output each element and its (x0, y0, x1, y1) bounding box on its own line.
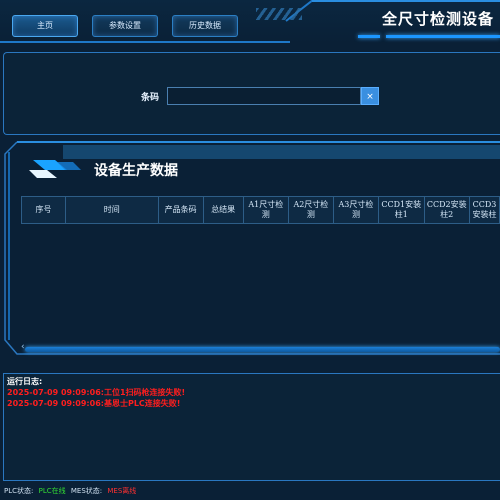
run-log-panel: 运行日志: 2025-07-09 09:09:06:工位1扫码枪连接失败! 20… (3, 373, 500, 481)
column-header-ccd1[interactable]: CCD1安装柱1 (378, 196, 425, 224)
nav-home-button[interactable]: 主页 (12, 15, 78, 37)
column-header-a2[interactable]: A2尺寸检测 (287, 196, 334, 224)
column-header-ccd2[interactable]: CCD2安装柱2 (423, 196, 470, 224)
column-header-ccd3[interactable]: CCD3安装柱 (468, 196, 500, 224)
title-chevron-icon (29, 160, 81, 178)
header-bar: 主页 参数设置 历史数据 全尺寸检测设备 (0, 0, 500, 44)
status-bar: PLC状态: PLC在线 MES状态: MES离线 (0, 483, 500, 500)
production-data-title: 设备生产数据 (94, 163, 178, 179)
log-entry: 2025-07-09 09:09:06:工位1扫码枪连接失败! (7, 388, 186, 397)
column-header-a1[interactable]: A1尺寸检测 (242, 196, 289, 224)
header-accent-bar (386, 35, 500, 38)
barcode-input[interactable] (167, 87, 361, 105)
header-stripes-decoration (256, 8, 302, 20)
log-title: 运行日志: (7, 377, 43, 386)
production-data-table: 序号 时间 产品条码 总结果 A1尺寸检测 A2尺寸检测 A3尺寸检测 CCD1… (20, 196, 500, 224)
app-title: 全尺寸检测设备 (381, 10, 494, 28)
mes-status-label: MES状态: (70, 487, 103, 495)
header-frame-top (312, 0, 500, 2)
column-header-index[interactable]: 序号 (20, 196, 67, 224)
log-entry: 2025-07-09 09:09:06:基恩士PLC连接失败! (7, 399, 181, 408)
clear-icon[interactable]: × (361, 87, 379, 105)
nav-params-button[interactable]: 参数设置 (92, 15, 158, 37)
column-header-time[interactable]: 时间 (65, 196, 159, 224)
column-header-result[interactable]: 总结果 (202, 196, 244, 224)
plc-status-value: PLC在线 (38, 487, 66, 495)
nav-history-button[interactable]: 历史数据 (172, 15, 238, 37)
plc-status-label: PLC状态: (4, 487, 34, 495)
header-accent-bar (358, 35, 380, 38)
table-header-row: 序号 时间 产品条码 总结果 A1尺寸检测 A2尺寸检测 A3尺寸检测 CCD1… (20, 196, 500, 224)
column-header-barcode[interactable]: 产品条码 (157, 196, 204, 224)
scroll-left-icon[interactable]: ‹ (21, 342, 25, 352)
mes-status-value: MES离线 (107, 487, 137, 495)
column-header-a3[interactable]: A3尺寸检测 (332, 196, 380, 224)
barcode-label: 条码 (141, 93, 160, 103)
header-frame-line (0, 41, 290, 43)
horizontal-scrollbar[interactable] (25, 347, 500, 352)
production-data-panel: 设备生产数据 序号 时间 产品条码 总结果 A1尺寸检测 A2尺寸检测 A3尺寸… (3, 140, 500, 370)
